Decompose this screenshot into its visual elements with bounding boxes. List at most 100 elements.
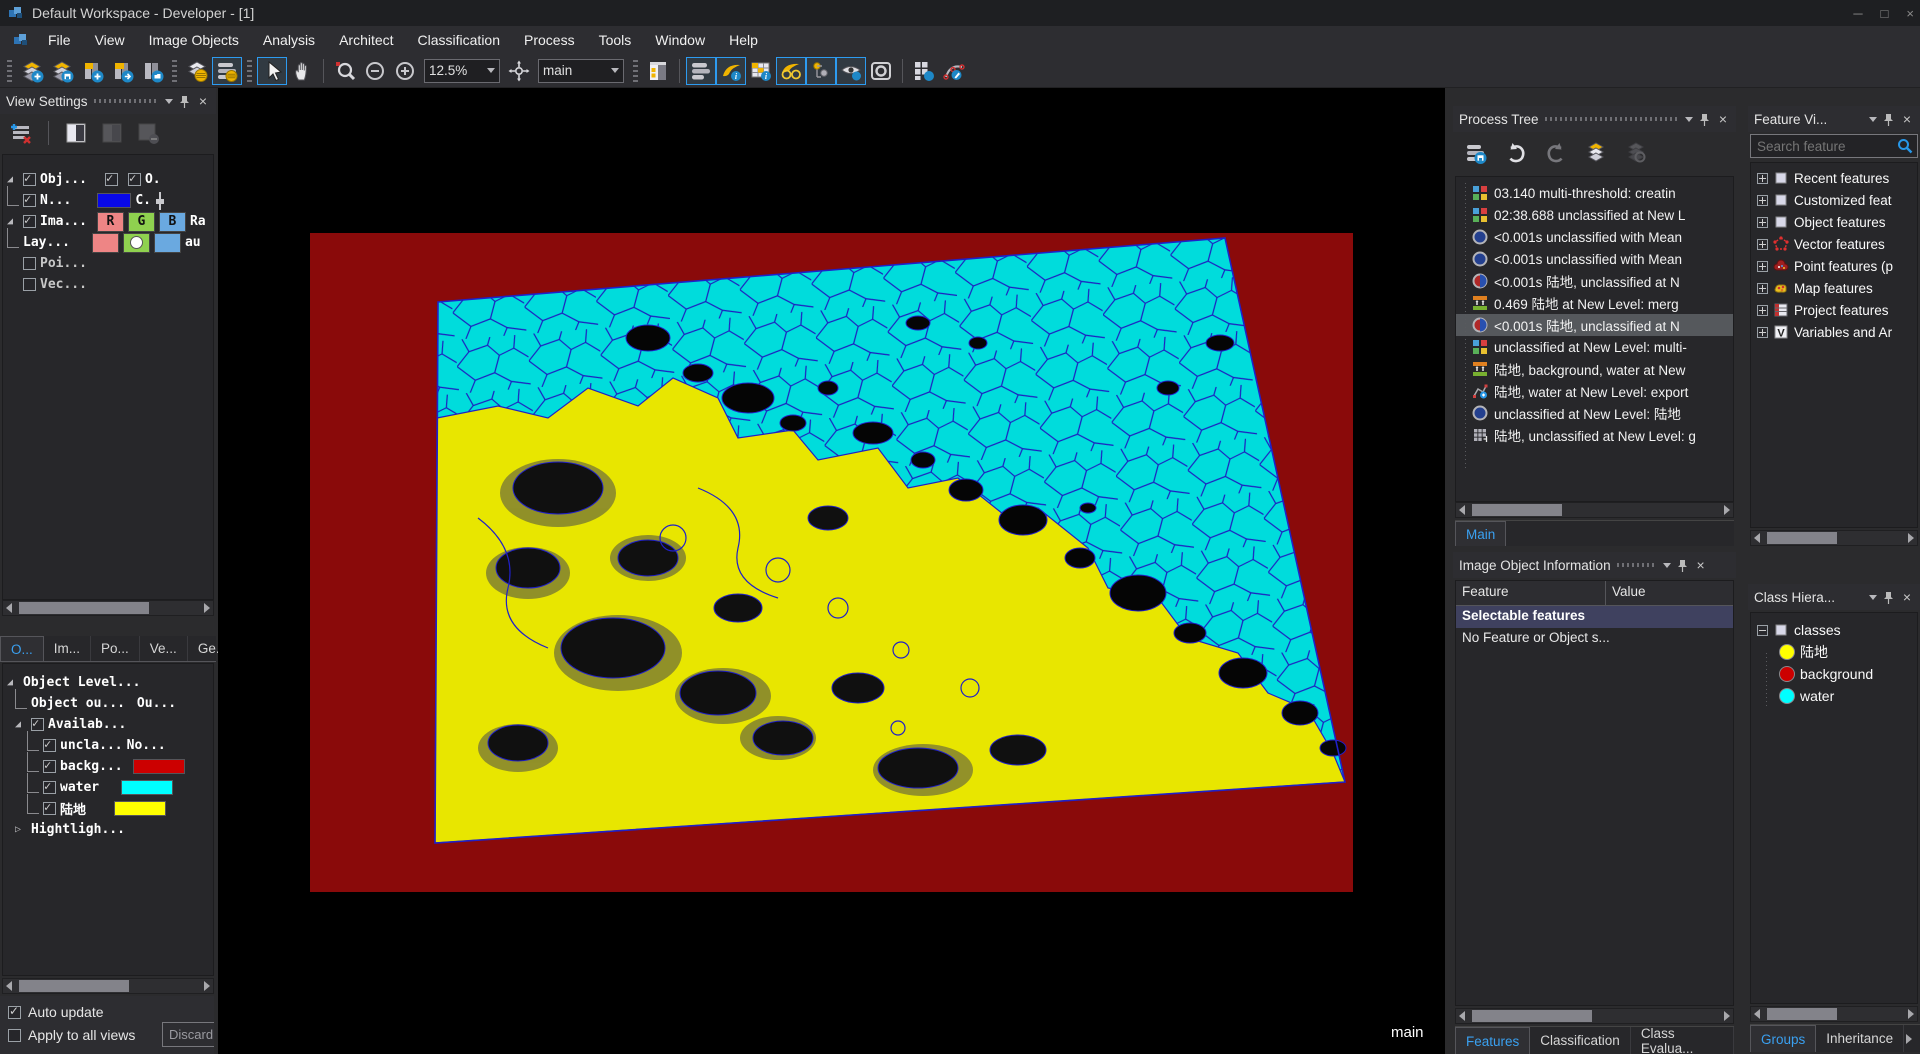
panel-grip[interactable] <box>1545 117 1679 121</box>
checkbox[interactable] <box>23 278 36 291</box>
expand-plus-icon[interactable] <box>1757 239 1768 250</box>
layer-green-cell[interactable] <box>123 233 150 253</box>
expander-icon[interactable] <box>7 174 19 185</box>
menu-view[interactable]: View <box>83 28 137 52</box>
blue-channel-cell[interactable]: B <box>159 212 186 232</box>
green-channel-cell[interactable]: G <box>128 212 155 232</box>
edit-level-button[interactable] <box>6 119 36 147</box>
pin-icon[interactable] <box>1883 113 1894 126</box>
select-tool-button[interactable] <box>257 57 287 85</box>
scroll-left-icon[interactable] <box>6 603 12 613</box>
tab-main[interactable]: Main <box>1455 521 1506 546</box>
checkbox[interactable] <box>105 173 118 186</box>
pan-tool-button[interactable] <box>287 57 317 85</box>
checkbox[interactable] <box>23 173 36 186</box>
tab-image-layers[interactable]: Im... <box>44 636 91 661</box>
scroll-right-icon[interactable] <box>1908 1009 1914 1019</box>
tree-row-outline[interactable]: Object ou... Ou... <box>3 693 213 714</box>
horizontal-scrollbar[interactable] <box>2 600 214 616</box>
tab-object-levels[interactable]: O... <box>0 636 44 661</box>
tab-inheritance[interactable]: Inheritance <box>1816 1025 1904 1052</box>
menu-architect[interactable]: Architect <box>327 28 405 52</box>
checkbox[interactable] <box>43 760 56 773</box>
manage-settings-button[interactable] <box>909 57 939 85</box>
edit-polygons-button[interactable] <box>939 57 969 85</box>
close-button[interactable]: × <box>1906 6 1914 21</box>
zoom-level-combo[interactable]: 12.5% <box>424 59 500 83</box>
horizontal-scrollbar[interactable] <box>1455 502 1734 518</box>
checkbox[interactable] <box>43 781 56 794</box>
export-results-button[interactable] <box>107 57 137 85</box>
scrollbar-thumb[interactable] <box>1472 1010 1592 1022</box>
checkbox[interactable] <box>8 1006 21 1019</box>
menu-help[interactable]: Help <box>717 28 770 52</box>
feature-group[interactable]: Customized feat <box>1751 189 1917 211</box>
scrollbar-thumb[interactable] <box>1767 532 1837 544</box>
split-window-button[interactable] <box>643 57 673 85</box>
process-step[interactable]: 陆地, unclassified at New Level: g <box>1456 424 1733 446</box>
side-by-side-view-button[interactable] <box>97 119 127 147</box>
tree-row-highlight[interactable]: Hightligh... <box>3 819 213 840</box>
view-combo[interactable]: main <box>538 59 624 83</box>
menu-window[interactable]: Window <box>643 28 717 52</box>
close-icon[interactable] <box>1716 111 1730 127</box>
expand-plus-icon[interactable] <box>1757 173 1768 184</box>
table-section-row[interactable]: Selectable features <box>1456 606 1733 628</box>
image-viewer-canvas[interactable] <box>218 88 1445 1054</box>
expand-plus-icon[interactable] <box>1757 305 1768 316</box>
expander-icon[interactable] <box>7 216 19 227</box>
chevron-down-icon[interactable] <box>1869 595 1877 600</box>
pin-icon[interactable] <box>1883 591 1894 604</box>
delete-process-button[interactable] <box>1621 139 1651 167</box>
checkbox[interactable] <box>23 194 36 207</box>
column-header-value[interactable]: Value <box>1606 581 1733 605</box>
scroll-left-icon[interactable] <box>1754 533 1760 543</box>
object-relations-button[interactable] <box>806 57 836 85</box>
maximize-button[interactable]: □ <box>1881 6 1889 21</box>
scroll-right-icon[interactable] <box>204 603 210 613</box>
class-color-swatch[interactable] <box>114 801 166 816</box>
tab-features[interactable]: Features <box>1455 1027 1530 1054</box>
tree-row-image-data[interactable]: Ima... R G B Ra <box>3 211 213 232</box>
navigate-button[interactable] <box>504 57 534 85</box>
new-project-button[interactable] <box>17 57 47 85</box>
show-samples-button[interactable] <box>776 57 806 85</box>
pixel-view-button[interactable]: i <box>746 57 776 85</box>
scroll-left-icon[interactable] <box>6 981 12 991</box>
toolbar-grip[interactable] <box>172 60 177 82</box>
red-channel-cell[interactable]: R <box>97 212 124 232</box>
class-hierarchy-header[interactable]: Class Hiera... <box>1748 584 1920 610</box>
process-step[interactable]: <0.001s unclassified with Mean <box>1456 226 1733 248</box>
class-color-swatch[interactable] <box>133 759 185 774</box>
single-view-button[interactable] <box>61 119 91 147</box>
expand-plus-icon[interactable] <box>1757 217 1768 228</box>
process-step[interactable]: unclassified at New Level: 陆地 <box>1456 402 1733 424</box>
process-tree-header[interactable]: Process Tree <box>1453 106 1736 132</box>
feature-group[interactable]: Map features <box>1751 277 1917 299</box>
toolbar-grip[interactable] <box>633 60 638 82</box>
checkbox[interactable] <box>43 802 56 815</box>
tree-row-vectors[interactable]: Vec... <box>3 274 213 295</box>
scrollbar-thumb[interactable] <box>19 602 149 614</box>
close-icon[interactable] <box>196 93 210 109</box>
scrollbar-thumb[interactable] <box>1767 1008 1837 1020</box>
feature-group[interactable]: Recent features <box>1751 167 1917 189</box>
scrollbar-thumb[interactable] <box>19 980 129 992</box>
tree-row-level[interactable]: Object Level... <box>3 672 213 693</box>
horizontal-scrollbar[interactable] <box>1750 1006 1918 1022</box>
map-view[interactable]: main <box>218 88 1445 1054</box>
view-classification-button[interactable]: i <box>716 57 746 85</box>
expand-plus-icon[interactable] <box>1757 283 1768 294</box>
minimize-button[interactable]: ─ <box>1853 6 1862 21</box>
horizontal-scrollbar[interactable] <box>2 978 214 994</box>
class-color-icon[interactable] <box>1779 688 1795 704</box>
outline-color-swatch[interactable] <box>97 193 131 208</box>
process-step[interactable]: unclassified at New Level: multi- <box>1456 336 1733 358</box>
process-step-selected[interactable]: <0.001s 陆地, unclassified at N <box>1456 314 1733 336</box>
scroll-right-icon[interactable] <box>204 981 210 991</box>
process-step[interactable]: <0.001s 陆地, unclassified at N <box>1456 270 1733 292</box>
expand-plus-icon[interactable] <box>1757 261 1768 272</box>
tab-point-clouds[interactable]: Po... <box>91 636 140 661</box>
menu-image-objects[interactable]: Image Objects <box>137 28 251 52</box>
process-step[interactable]: 陆地, water at New Level: export <box>1456 380 1733 402</box>
